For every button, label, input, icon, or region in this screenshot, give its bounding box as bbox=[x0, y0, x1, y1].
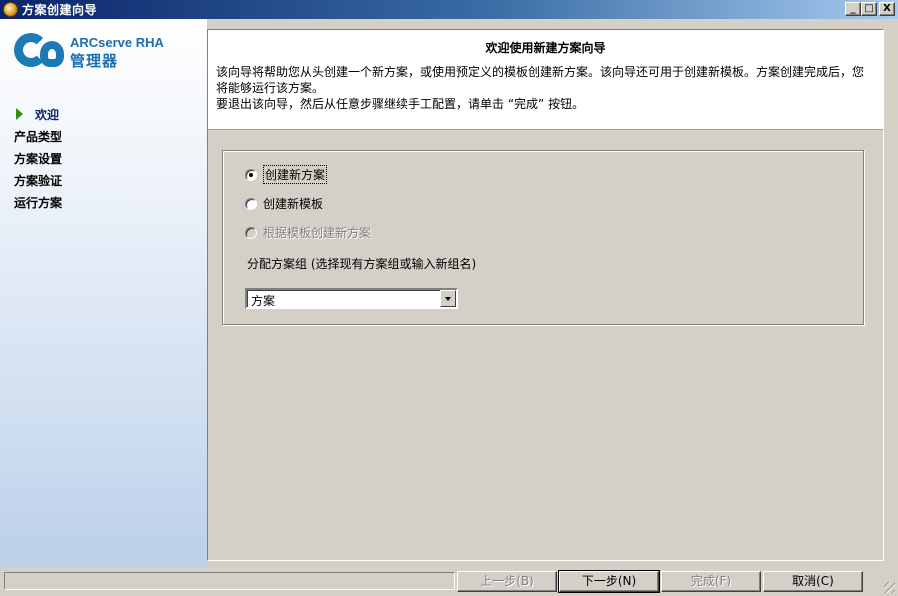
status-field bbox=[4, 572, 455, 590]
brand-subtitle: 管理器 bbox=[70, 52, 119, 70]
step-label: 方案验证 bbox=[14, 173, 63, 188]
step-scenario-verification: 方案验证 bbox=[14, 169, 62, 191]
next-button[interactable]: 下一步(N) bbox=[558, 570, 660, 593]
combobox-value[interactable]: 方案 bbox=[251, 292, 275, 309]
cancel-button[interactable]: 取消(C) bbox=[763, 571, 863, 592]
close-button[interactable]: X bbox=[879, 2, 895, 16]
window-title: 方案创建向导 bbox=[22, 3, 98, 17]
step-welcome: 欢迎 bbox=[14, 103, 62, 125]
resize-grip-icon[interactable] bbox=[884, 582, 895, 593]
finish-button[interactable]: 完成(F) bbox=[661, 571, 761, 592]
radio-button bbox=[245, 226, 257, 239]
back-button[interactable]: 上一步(B) bbox=[457, 571, 557, 592]
window-controls: _ □ X bbox=[845, 2, 895, 16]
radio-button[interactable] bbox=[245, 197, 257, 210]
page-title: 欢迎使用新建方案向导 bbox=[485, 41, 606, 55]
description-line-1: 该向导将帮助您从头创建一个新方案，或使用预定义的模板创建新方案。该向导还可用于创… bbox=[216, 65, 865, 95]
step-label: 运行方案 bbox=[14, 195, 63, 210]
description-line-2: 要退出该向导，然后从任意步骤继续手工配置，请单击 “完成” 按钮。 bbox=[216, 97, 585, 111]
scenario-group-label: 分配方案组 (选择现有方案组或输入新组名) bbox=[247, 257, 477, 271]
scenario-options-panel: 创建新方案 创建新模板 根据模板创建新方案 分配方案组 (选择现有方案组或输入新… bbox=[222, 150, 864, 325]
chevron-down-icon[interactable] bbox=[440, 290, 456, 307]
step-label: 欢迎 bbox=[35, 107, 60, 122]
step-scenario-setup: 方案设置 bbox=[14, 147, 62, 169]
wizard-steps: 欢迎 产品类型 方案设置 方案验证 运行方案 bbox=[14, 103, 62, 213]
radio-create-new-scenario[interactable]: 创建新方案 bbox=[245, 165, 328, 184]
current-step-arrow-icon bbox=[16, 108, 23, 120]
step-product-type: 产品类型 bbox=[14, 125, 62, 147]
radio-label: 创建新方案 bbox=[263, 165, 328, 184]
product-logo: ARCserve RHA 管理器 bbox=[14, 33, 164, 71]
radio-create-from-template: 根据模板创建新方案 bbox=[245, 224, 371, 241]
minimize-button[interactable]: _ bbox=[845, 2, 861, 16]
step-label: 方案设置 bbox=[14, 151, 63, 166]
maximize-button[interactable]: □ bbox=[861, 2, 877, 16]
title-bar: 方案创建向导 _ □ X bbox=[0, 0, 898, 19]
radio-button[interactable] bbox=[245, 168, 257, 181]
step-label: 产品类型 bbox=[14, 129, 63, 144]
welcome-header: 欢迎使用新建方案向导 该向导将帮助您从头创建一个新方案，或使用预定义的模板创建新… bbox=[208, 30, 883, 130]
button-bar: 上一步(B) 下一步(N) 完成(F) 取消(C) bbox=[0, 567, 898, 596]
wizard-content: 欢迎使用新建方案向导 该向导将帮助您从头创建一个新方案，或使用预定义的模板创建新… bbox=[207, 29, 884, 561]
scenario-group-combobox[interactable]: 方案 bbox=[245, 288, 458, 309]
wizard-sidebar: ARCserve RHA 管理器 欢迎 产品类型 方案设置 方案验证 运行方案 bbox=[0, 19, 207, 567]
app-icon bbox=[3, 2, 18, 17]
step-run-scenario: 运行方案 bbox=[14, 191, 62, 213]
radio-label: 根据模板创建新方案 bbox=[263, 226, 372, 240]
welcome-description: 该向导将帮助您从头创建一个新方案，或使用预定义的模板创建新方案。该向导还可用于创… bbox=[216, 64, 875, 112]
ca-logo-icon bbox=[14, 33, 66, 67]
brand-name: ARCserve RHA bbox=[70, 35, 164, 50]
radio-label: 创建新模板 bbox=[263, 197, 324, 211]
radio-create-new-template[interactable]: 创建新模板 bbox=[245, 195, 323, 212]
